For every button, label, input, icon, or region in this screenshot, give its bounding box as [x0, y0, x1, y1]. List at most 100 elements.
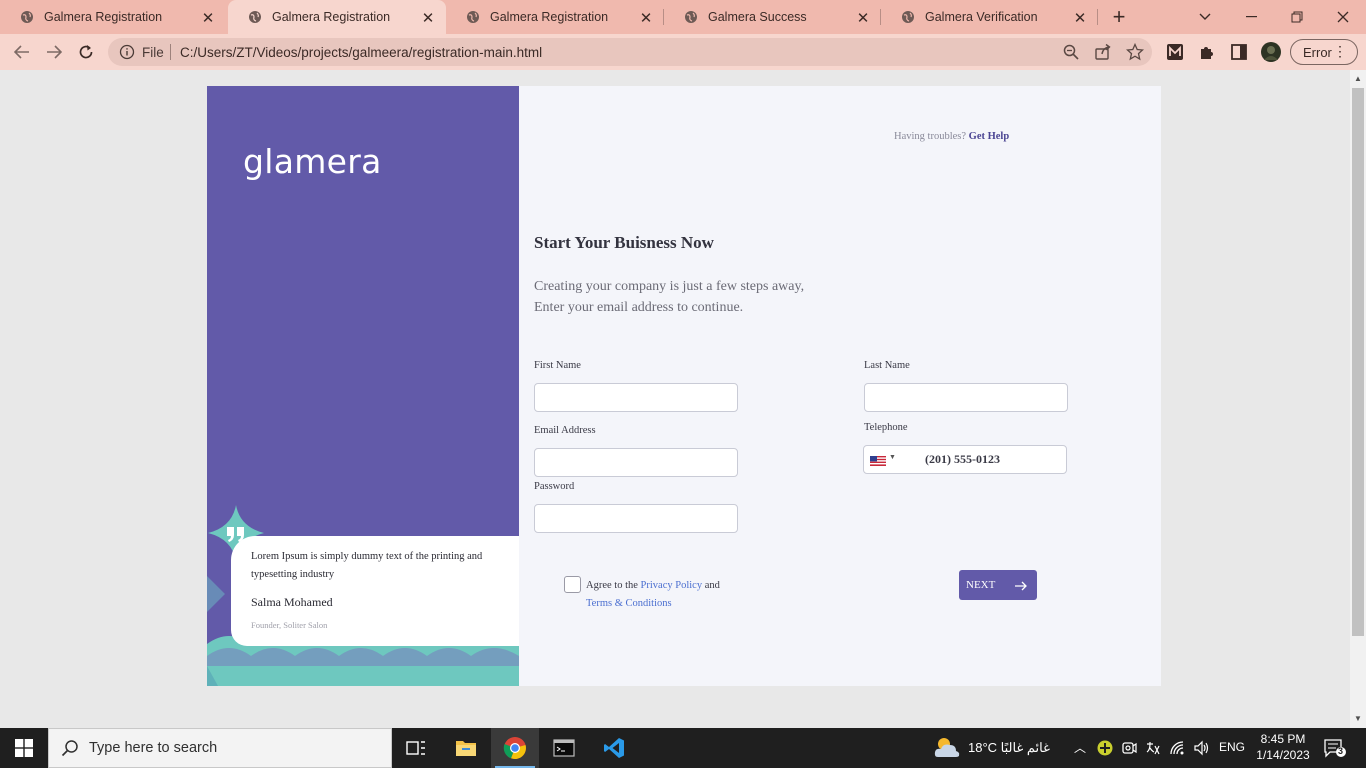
scrollbar-thumb[interactable] — [1352, 88, 1364, 636]
language-indicator[interactable]: ENG — [1219, 740, 1245, 754]
us-flag-icon[interactable] — [870, 456, 886, 466]
close-tab-icon[interactable]: ✕ — [638, 9, 654, 27]
country-dropdown-icon[interactable]: ▼ — [889, 454, 896, 461]
browser-tab[interactable]: Galmera Verification ✕ — [881, 0, 1098, 34]
globe-icon — [902, 11, 914, 23]
avatar[interactable] — [1261, 42, 1281, 62]
password-label: Password — [534, 481, 575, 492]
testimonial-role: Founder, Soliter Salon — [251, 620, 328, 630]
shield-tray-icon[interactable] — [1097, 740, 1113, 756]
email-label: Email Address — [534, 425, 596, 436]
weather-text[interactable]: 18°C غائم غالبًا — [968, 740, 1050, 756]
glamera-logo: glamera — [243, 142, 382, 181]
speaker-icon[interactable] — [1193, 740, 1211, 756]
arrow-right-icon — [1015, 581, 1027, 591]
minimize-icon — [1245, 16, 1257, 18]
agree-text: Agree to the Privacy Policy and Terms & … — [586, 577, 720, 613]
agree-and: and — [704, 580, 720, 591]
terms-link[interactable]: Terms & Conditions — [586, 598, 672, 609]
subtitle-line: Enter your email address to continue. — [534, 300, 744, 315]
puzzle-icon[interactable] — [1197, 42, 1217, 62]
scroll-down-icon[interactable]: ▼ — [1354, 714, 1362, 723]
new-tab-button[interactable]: + — [1108, 4, 1130, 30]
page-subtitle: Creating your company is just a few step… — [534, 276, 804, 318]
input-indicator-icon[interactable] — [1145, 740, 1161, 756]
testimonial-quote: Lorem Ipsum is simply dummy text of the … — [251, 551, 483, 580]
back-button[interactable] — [10, 40, 34, 64]
taskbar: Type here to search 18°C غائم غالبًا ︿ E… — [0, 728, 1366, 768]
globe-icon — [467, 11, 479, 23]
close-tab-icon[interactable]: ✕ — [855, 9, 871, 27]
star-icon[interactable] — [1126, 43, 1144, 61]
side-panel-icon[interactable] — [1229, 42, 1249, 62]
browser-tab[interactable]: Galmera Success ✕ — [664, 0, 881, 34]
browser-tab-strip: Galmera Registration ✕ Galmera Registrat… — [0, 0, 1366, 34]
chevron-up-icon[interactable]: ︿ — [1074, 739, 1086, 756]
terminal-icon — [553, 739, 575, 757]
restore-button[interactable] — [1274, 0, 1320, 34]
reload-button[interactable] — [74, 40, 98, 64]
wifi-icon[interactable] — [1169, 740, 1187, 756]
close-tab-icon[interactable]: ✕ — [1072, 9, 1088, 27]
info-icon[interactable] — [119, 44, 135, 60]
first-name-label: First Name — [534, 360, 581, 371]
terminal-button[interactable] — [540, 728, 588, 768]
taskbar-search[interactable]: Type here to search — [48, 728, 392, 768]
browser-tab[interactable]: Galmera Registration ✕ — [446, 0, 664, 34]
weather-cloud-icon — [934, 738, 960, 757]
tab-separator — [1097, 9, 1098, 25]
chrome-taskbar-button[interactable] — [491, 728, 539, 768]
restore-icon — [1291, 11, 1303, 23]
browser-tab-active[interactable]: Galmera Registration ✕ — [228, 0, 446, 34]
last-name-input[interactable] — [864, 383, 1068, 412]
get-help-link[interactable]: Get Help — [969, 131, 1010, 142]
extension-m-icon[interactable] — [1165, 42, 1185, 62]
tab-title: Galmera Registration — [490, 10, 609, 24]
reload-icon — [79, 45, 93, 59]
task-view-button[interactable] — [392, 728, 440, 768]
first-name-input[interactable] — [534, 383, 738, 412]
telephone-label: Telephone — [864, 422, 908, 433]
scheme-label: File — [142, 45, 164, 60]
email-input[interactable] — [534, 448, 738, 477]
privacy-policy-link[interactable]: Privacy Policy — [641, 580, 703, 591]
tab-search-button[interactable] — [1182, 0, 1228, 34]
forward-button[interactable] — [42, 40, 66, 64]
testimonial-name: Salma Mohamed — [251, 595, 333, 609]
kebab-menu-icon[interactable]: ⋮ — [1333, 43, 1347, 60]
chrome-icon — [503, 737, 526, 760]
telephone-input[interactable]: ▼ (201) 555-0123 — [863, 445, 1067, 474]
password-input[interactable] — [534, 504, 738, 533]
window-close-button[interactable] — [1320, 0, 1366, 34]
windows-logo-icon — [15, 739, 33, 757]
globe-icon — [685, 11, 697, 23]
scroll-up-icon[interactable]: ▲ — [1354, 74, 1362, 83]
agree-checkbox[interactable] — [564, 576, 581, 593]
search-placeholder: Type here to search — [89, 740, 218, 756]
meet-now-icon[interactable] — [1121, 740, 1137, 756]
clock-date: 1/14/2023 — [1256, 748, 1310, 762]
url-text[interactable]: C:/Users/ZT/Videos/projects/galmeera/reg… — [180, 45, 542, 60]
start-button[interactable] — [0, 728, 48, 768]
address-bar[interactable]: File C:/Users/ZT/Videos/projects/galmeer… — [108, 38, 1152, 66]
task-view-icon — [406, 741, 425, 755]
file-explorer-button[interactable] — [442, 728, 490, 768]
browser-tab[interactable]: Galmera Registration ✕ — [0, 0, 226, 34]
profile-error-button[interactable]: Error ⋮ — [1290, 39, 1358, 65]
tab-title: Galmera Verification — [925, 10, 1038, 24]
tab-title: Galmera Registration — [44, 10, 163, 24]
taskbar-clock[interactable]: 8:45 PM 1/14/2023 — [1250, 731, 1316, 763]
share-icon[interactable] — [1094, 43, 1112, 61]
vscode-button[interactable] — [590, 728, 638, 768]
next-button[interactable]: NEXT — [959, 570, 1037, 600]
error-label: Error — [1303, 45, 1332, 60]
close-tab-icon[interactable]: ✕ — [420, 9, 436, 27]
arrow-left-icon — [14, 45, 29, 59]
vertical-scrollbar[interactable]: ▲ ▼ — [1350, 70, 1366, 728]
close-tab-icon[interactable]: ✕ — [200, 9, 216, 27]
notification-count: 3 — [1338, 746, 1344, 756]
zoom-icon[interactable] — [1062, 43, 1080, 61]
minimize-button[interactable] — [1228, 0, 1274, 34]
search-icon — [61, 740, 78, 757]
telephone-value: (201) 555-0123 — [925, 452, 1000, 466]
